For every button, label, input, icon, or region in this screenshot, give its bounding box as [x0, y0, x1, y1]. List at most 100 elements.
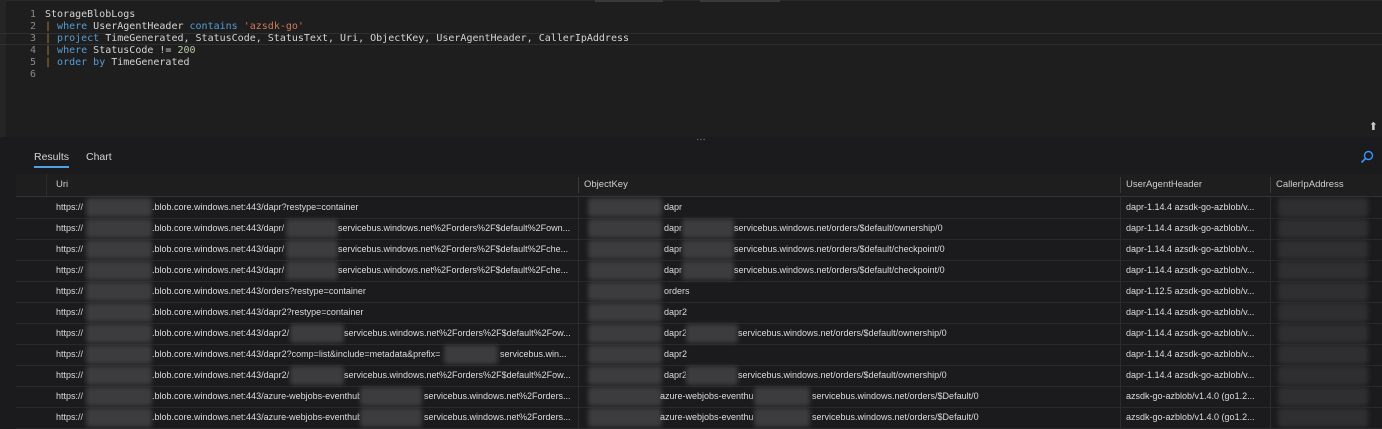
cell-uri: .blob.core.windows.net:443/dapr/	[152, 265, 285, 275]
cell-uri: .blob.core.windows.net:443/orders?restyp…	[152, 286, 366, 296]
tab-chart[interactable]: Chart	[86, 151, 112, 163]
cell-uri: .blob.core.windows.net:443/dapr?restype=…	[152, 202, 359, 212]
search-icon[interactable]	[1360, 150, 1374, 164]
cell-uri-suffix: servicebus.windows.net%2Forders...	[424, 391, 571, 401]
column-header-objectkey[interactable]: ObjectKey	[584, 179, 628, 190]
code-line[interactable]: 3 | project TimeGenerated, StatusCode, St…	[0, 33, 1382, 45]
code-text[interactable]: StorageBlobLogs	[45, 9, 135, 21]
cell-divider	[578, 365, 579, 386]
cell-divider	[1120, 218, 1121, 239]
column-divider[interactable]	[578, 177, 579, 193]
table-row[interactable]: https:// .blob.core.windows.net:443/dapr?…	[16, 197, 1382, 219]
cell-objectkey-suffix: servicebus.windows.net/orders/$Default/0	[812, 412, 979, 422]
cell-divider	[1270, 365, 1271, 386]
cell-useragentheader: dapr-1.14.4 azsdk-go-azblob/v...	[1126, 202, 1255, 212]
redacted-region	[686, 324, 738, 343]
code-token: TimeGenerated	[105, 57, 190, 68]
code-line[interactable]: 6	[0, 69, 1382, 81]
redacted-region	[86, 387, 152, 406]
cell-useragentheader: dapr-1.14.4 azsdk-go-azblob/v...	[1126, 265, 1255, 275]
cell-uri-prefix: https://	[56, 286, 84, 296]
redacted-region	[286, 261, 338, 280]
redacted-region	[754, 408, 810, 427]
code-line[interactable]: 5 | order by TimeGenerated	[0, 57, 1382, 69]
cell-uri: .blob.core.windows.net:443/dapr/	[152, 223, 285, 233]
cell-divider	[1120, 323, 1121, 344]
cell-divider	[1120, 239, 1121, 260]
cell-objectkey: dapr2	[664, 307, 688, 317]
column-divider[interactable]	[1270, 177, 1271, 193]
column-divider[interactable]	[1120, 177, 1121, 193]
code-token: 'azsdk-go'	[243, 21, 304, 32]
tab-results[interactable]: Results	[34, 151, 70, 168]
cell-objectkey-suffix: servicebus.windows.net/orders/$default/c…	[734, 265, 945, 275]
table-row[interactable]: https:// .blob.core.windows.net:443/dapr2…	[16, 302, 1382, 324]
cell-uri: .blob.core.windows.net:443/dapr2/	[152, 370, 290, 380]
cell-uri-prefix: https://	[56, 412, 84, 422]
code-token: |	[45, 57, 58, 68]
column-header-calleripaddress[interactable]: CallerIpAddress	[1276, 179, 1344, 190]
redacted-region	[360, 387, 422, 406]
cell-useragentheader: dapr-1.14.4 azsdk-go-azblob/v...	[1126, 370, 1255, 380]
table-row[interactable]: https:// .blob.core.windows.net:443/order…	[16, 281, 1382, 303]
cell-uri: .blob.core.windows.net:443/dapr2?restype…	[152, 307, 364, 317]
splitter-grip-icon[interactable]: …	[696, 132, 707, 143]
cell-useragentheader: dapr-1.14.4 azsdk-go-azblob/v...	[1126, 223, 1255, 233]
cell-divider	[1120, 281, 1121, 302]
cell-uri-suffix: servicebus.windows.net%2Forders%2F$defau…	[338, 244, 569, 254]
redacted-region	[1278, 345, 1368, 364]
column-header-useragentheader[interactable]: UserAgentHeader	[1126, 179, 1202, 190]
cell-objectkey-suffix: servicebus.windows.net/orders/$default/c…	[734, 244, 945, 254]
code-text[interactable]: | where UserAgentHeader contains 'azsdk-…	[45, 21, 304, 33]
code-token: |	[45, 45, 58, 56]
line-number: 2	[29, 21, 36, 32]
cell-divider	[1120, 365, 1121, 386]
collapse-editor-icon[interactable]: ⬆	[1369, 122, 1378, 133]
code-line[interactable]: 2 | where UserAgentHeader contains 'azsdk…	[0, 21, 1382, 33]
column-header-uri[interactable]: Uri	[56, 179, 68, 190]
cell-uri-prefix: https://	[56, 202, 84, 212]
cell-uri-prefix: https://	[56, 349, 84, 359]
table-row[interactable]: https:// .blob.core.windows.net:443/dapr/…	[16, 218, 1382, 240]
cell-divider	[1120, 386, 1121, 407]
code-text[interactable]: | where StatusCode != 200	[45, 45, 196, 57]
code-text[interactable]: | order by TimeGenerated	[45, 57, 190, 69]
table-row[interactable]: https:// .blob.core.windows.net:443/dapr2…	[16, 344, 1382, 366]
cell-uri-suffix: servicebus.windows.net%2Forders%2F$defau…	[338, 265, 569, 275]
redacted-region	[686, 366, 738, 385]
redacted-region	[1278, 408, 1368, 427]
code-text[interactable]: | project TimeGenerated, StatusCode, Sta…	[45, 34, 629, 44]
code-token: |	[45, 33, 58, 44]
table-row[interactable]: https:// .blob.core.windows.net:443/dapr2…	[16, 323, 1382, 345]
redacted-region	[588, 198, 662, 217]
table-row[interactable]: https:// .blob.core.windows.net:443/azure…	[16, 407, 1382, 429]
redacted-region	[86, 198, 152, 217]
cell-objectkey: dapr2/	[664, 328, 686, 338]
table-row[interactable]: https:// .blob.core.windows.net:443/dapr/…	[16, 260, 1382, 282]
redacted-region	[360, 408, 422, 427]
code-line[interactable]: 1 StorageBlobLogs	[0, 9, 1382, 21]
redacted-region	[290, 366, 344, 385]
code-token: project	[57, 33, 100, 44]
query-editor[interactable]: 1 StorageBlobLogs 2 | where UserAgentHeader…	[0, 0, 1382, 137]
code-token: StorageBlobLogs	[45, 9, 136, 20]
cell-divider	[578, 407, 579, 428]
table-row[interactable]: https:// .blob.core.windows.net:443/azure…	[16, 386, 1382, 408]
redacted-region	[588, 366, 662, 385]
cell-divider	[1120, 407, 1121, 428]
cell-divider	[1270, 344, 1271, 365]
cell-useragentheader: dapr-1.12.5 azsdk-go-azblob/v...	[1126, 286, 1255, 296]
cell-objectkey-suffix: servicebus.windows.net/orders/$default/o…	[738, 370, 947, 380]
cell-useragentheader: azsdk-go-azblob/v1.4.0 (go1.2...	[1126, 391, 1255, 401]
cell-objectkey: azure-webjobs-eventhu	[660, 391, 754, 401]
cell-uri-prefix: https://	[56, 370, 84, 380]
grid-header: Uri ObjectKey UserAgentHeader CallerIpAd…	[16, 174, 1382, 197]
line-number: 1	[29, 9, 36, 20]
table-row[interactable]: https:// .blob.core.windows.net:443/dapr2…	[16, 365, 1382, 387]
redacted-region	[1278, 282, 1368, 301]
table-row[interactable]: https:// .blob.core.windows.net:443/dapr/…	[16, 239, 1382, 261]
results-pane: Results Chart Uri ObjectKey UserAgentHea…	[0, 143, 1382, 429]
cell-uri-suffix: servicebus.windows.net%2Forders%2F$defau…	[344, 328, 571, 338]
editor-top-border	[0, 0, 1382, 1]
code-line[interactable]: 4 | where StatusCode != 200	[0, 45, 1382, 57]
